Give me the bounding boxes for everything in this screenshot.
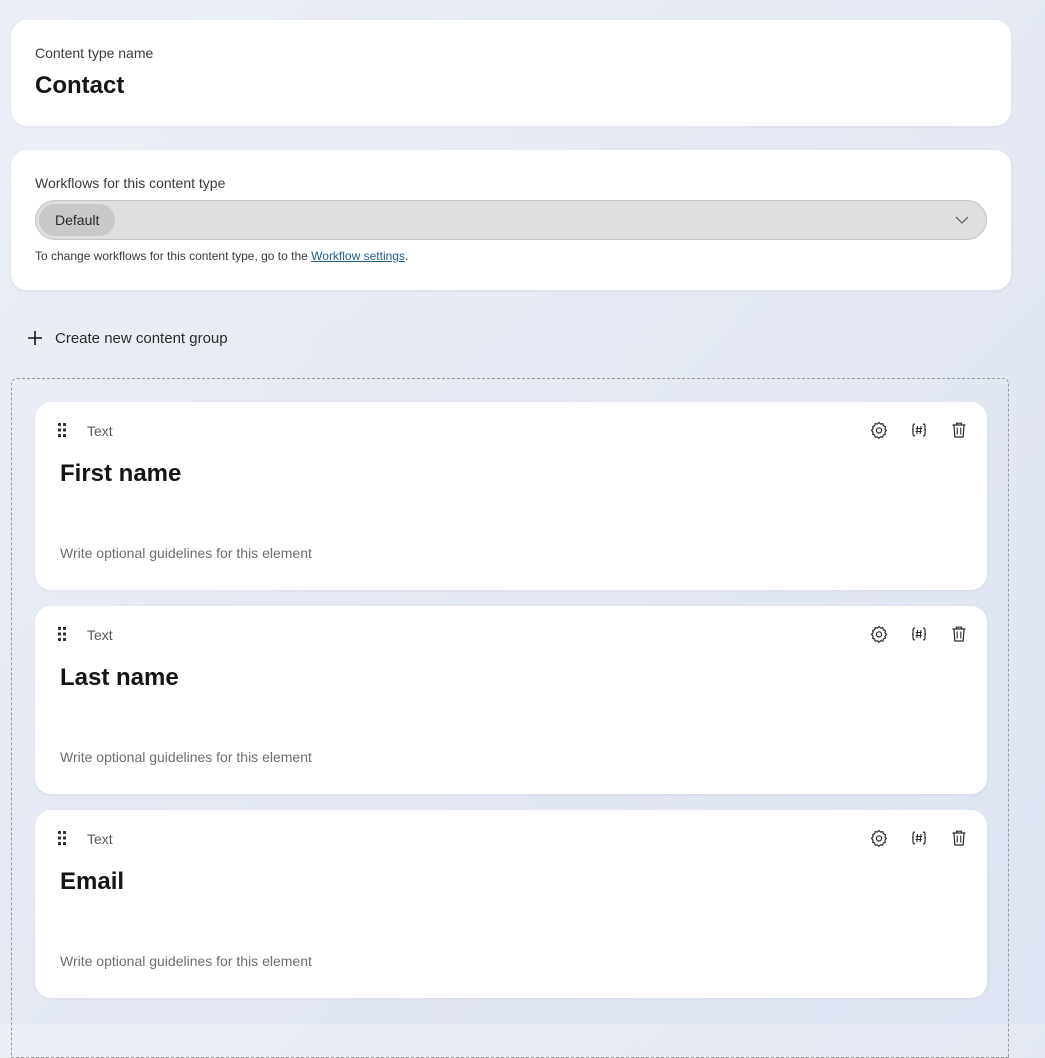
content-type-name-input[interactable]: Contact [35, 72, 124, 100]
workflows-hint: To change workflows for this content typ… [35, 249, 408, 263]
drag-handle-icon[interactable] [57, 626, 67, 642]
element-guidelines-input[interactable]: Write optional guidelines for this eleme… [60, 749, 312, 765]
codename-icon[interactable] [909, 828, 929, 848]
content-element-card: Text [35, 810, 987, 998]
element-guidelines-input[interactable]: Write optional guidelines for this eleme… [60, 545, 312, 561]
trash-icon[interactable] [949, 624, 969, 644]
gear-icon[interactable] [869, 420, 889, 440]
element-name-input[interactable]: Email [60, 868, 124, 896]
create-content-group-label: Create new content group [55, 329, 228, 347]
workflows-card: Workflows for this content type Default … [11, 150, 1011, 290]
content-type-name-label: Content type name [35, 45, 154, 61]
trash-icon[interactable] [949, 420, 969, 440]
codename-icon[interactable] [909, 420, 929, 440]
drag-handle-icon[interactable] [57, 422, 67, 438]
content-element-card: Text [35, 402, 987, 590]
gear-icon[interactable] [869, 828, 889, 848]
element-type-label: Text [87, 831, 113, 847]
codename-icon[interactable] [909, 624, 929, 644]
workflows-label: Workflows for this content type [35, 175, 226, 191]
workflows-hint-text: To change workflows for this content typ… [35, 249, 312, 263]
element-name-input[interactable]: First name [60, 460, 181, 488]
element-name-input[interactable]: Last name [60, 664, 179, 692]
chevron-down-icon[interactable] [954, 213, 970, 227]
element-type-label: Text [87, 423, 113, 439]
content-element-card: Text [35, 606, 987, 794]
element-actions [849, 420, 969, 440]
workflows-hint-suffix: . [404, 249, 409, 263]
plus-icon [24, 327, 46, 349]
element-actions [849, 624, 969, 644]
element-type-label: Text [87, 627, 113, 643]
workflow-settings-link[interactable]: Workflow settings [311, 249, 405, 263]
drag-handle-icon[interactable] [57, 830, 67, 846]
element-guidelines-input[interactable]: Write optional guidelines for this eleme… [60, 953, 312, 969]
workflow-chip-default[interactable]: Default [39, 204, 116, 236]
trash-icon[interactable] [949, 828, 969, 848]
element-actions [849, 828, 969, 848]
gear-icon[interactable] [869, 624, 889, 644]
create-content-group-button[interactable]: Create new content group [24, 326, 228, 350]
content-type-name-card: Content type name Contact [11, 20, 1011, 126]
workflows-select[interactable]: Default [35, 200, 987, 240]
